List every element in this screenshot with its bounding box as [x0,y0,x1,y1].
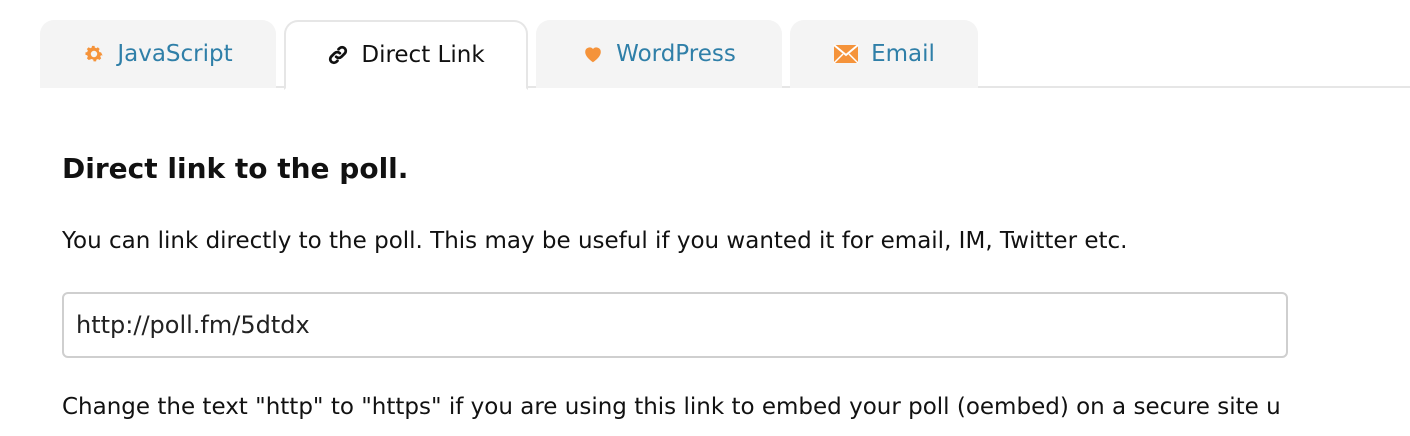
tab-direct-link[interactable]: Direct Link [284,20,528,90]
embed-tabs: JavaScript Direct Link WordPress Email [40,20,1410,90]
tab-javascript[interactable]: JavaScript [40,20,276,88]
tab-email-label: Email [871,41,935,67]
tab-wordpress[interactable]: WordPress [536,20,782,88]
poll-url-field[interactable] [62,292,1288,358]
tab-email[interactable]: Email [790,20,978,88]
link-icon [327,44,349,66]
https-note: Change the text "http" to "https" if you… [62,394,1281,420]
tab-javascript-label: JavaScript [117,41,233,67]
tab-direct-link-label: Direct Link [361,42,485,68]
gear-icon [83,43,105,65]
envelope-icon [833,44,859,64]
panel-description: You can link directly to the poll. This … [62,228,1128,254]
tab-wordpress-label: WordPress [616,41,736,67]
panel-heading: Direct link to the poll. [62,152,409,185]
heart-icon [582,43,604,65]
